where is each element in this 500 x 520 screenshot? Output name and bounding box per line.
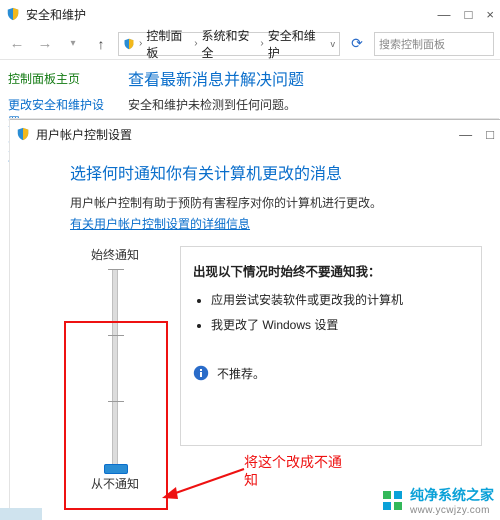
recommend-text: 不推荐。 [217, 365, 265, 382]
chevron-right-icon: › [194, 38, 197, 49]
search-placeholder: 搜索控制面板 [379, 36, 445, 52]
shield-icon [6, 7, 20, 21]
info-bullet: 我更改了 Windows 设置 [211, 317, 469, 334]
uac-body: 选择何时通知你有关计算机更改的消息 用户帐户控制有助于预防有害程序对你的计算机进… [10, 148, 500, 502]
slider-label-bottom: 从不通知 [70, 475, 160, 492]
refresh-button[interactable]: ⟳ [346, 33, 368, 55]
uac-slider-track[interactable] [112, 269, 118, 469]
watermark: 纯净系统之家 www.ycwjzy.com [382, 485, 494, 516]
taskbar-fragment [0, 508, 42, 520]
back-button[interactable]: ← [6, 33, 28, 55]
uac-slider-thumb[interactable] [104, 464, 128, 474]
slider-tick [108, 335, 124, 336]
breadcrumb[interactable]: › 控制面板 › 系统和安全 › 安全和维护 v [118, 32, 340, 56]
main-message: 安全和维护未检测到任何问题。 [128, 96, 492, 113]
crumb-root[interactable]: 控制面板 [146, 27, 190, 61]
maximize-button[interactable]: □ [465, 7, 473, 22]
maximize-button[interactable]: □ [486, 127, 494, 142]
uac-title: 用户帐户控制设置 [36, 126, 459, 143]
uac-detail-link[interactable]: 有关用户帐户控制设置的详细信息 [70, 215, 250, 232]
parent-window-controls: — □ × [438, 7, 494, 22]
recent-dropdown[interactable]: ▾ [62, 33, 84, 55]
parent-title: 安全和维护 [26, 6, 438, 23]
close-button[interactable]: × [486, 7, 494, 22]
parent-titlebar: 安全和维护 — □ × [0, 0, 500, 28]
slider-tick [108, 269, 124, 270]
address-toolbar: ← → ▾ ↑ › 控制面板 › 系统和安全 › 安全和维护 v ⟳ 搜索控制面… [0, 28, 500, 60]
chevron-right-icon: › [260, 38, 263, 49]
forward-button[interactable]: → [34, 33, 56, 55]
info-heading: 出现以下情况时始终不要通知我： [193, 261, 469, 280]
uac-window-controls: — □ [459, 127, 494, 142]
info-icon [193, 365, 209, 381]
uac-slider-column: 始终通知 从不通知 [70, 246, 160, 492]
uac-titlebar: 用户帐户控制设置 — □ [10, 120, 500, 148]
minimize-button[interactable]: — [459, 127, 472, 142]
annotation-text: 将这个改成不通知 [244, 454, 354, 489]
uac-heading: 选择何时通知你有关计算机更改的消息 [70, 160, 482, 184]
crumb-l2[interactable]: 安全和维护 [268, 27, 323, 61]
shield-icon [16, 127, 30, 141]
minimize-button[interactable]: — [438, 7, 451, 22]
uac-subtext: 用户帐户控制有助于预防有害程序对你的计算机进行更改。 [70, 194, 482, 211]
crumb-l1[interactable]: 系统和安全 [202, 27, 257, 61]
up-button[interactable]: ↑ [90, 33, 112, 55]
chevron-right-icon: › [139, 38, 142, 49]
sidebar-home-link[interactable]: 控制面板主页 [8, 70, 112, 87]
info-list: 应用尝试安装软件或更改我的计算机 我更改了 Windows 设置 [193, 292, 469, 335]
info-bullet: 应用尝试安装软件或更改我的计算机 [211, 292, 469, 309]
shield-icon [123, 38, 135, 50]
main-heading: 查看最新消息并解决问题 [128, 66, 492, 90]
watermark-url: www.ycwjzy.com [410, 505, 494, 516]
dropdown-icon[interactable]: v [331, 39, 336, 49]
watermark-name: 纯净系统之家 [410, 487, 494, 503]
uac-info-box: 出现以下情况时始终不要通知我： 应用尝试安装软件或更改我的计算机 我更改了 Wi… [180, 246, 482, 446]
search-input[interactable]: 搜索控制面板 [374, 32, 494, 56]
slider-label-top: 始终通知 [70, 246, 160, 263]
watermark-text: 纯净系统之家 www.ycwjzy.com [410, 485, 494, 516]
recommend-row: 不推荐。 [193, 365, 469, 382]
slider-tick [108, 401, 124, 402]
watermark-logo-icon [382, 490, 404, 512]
